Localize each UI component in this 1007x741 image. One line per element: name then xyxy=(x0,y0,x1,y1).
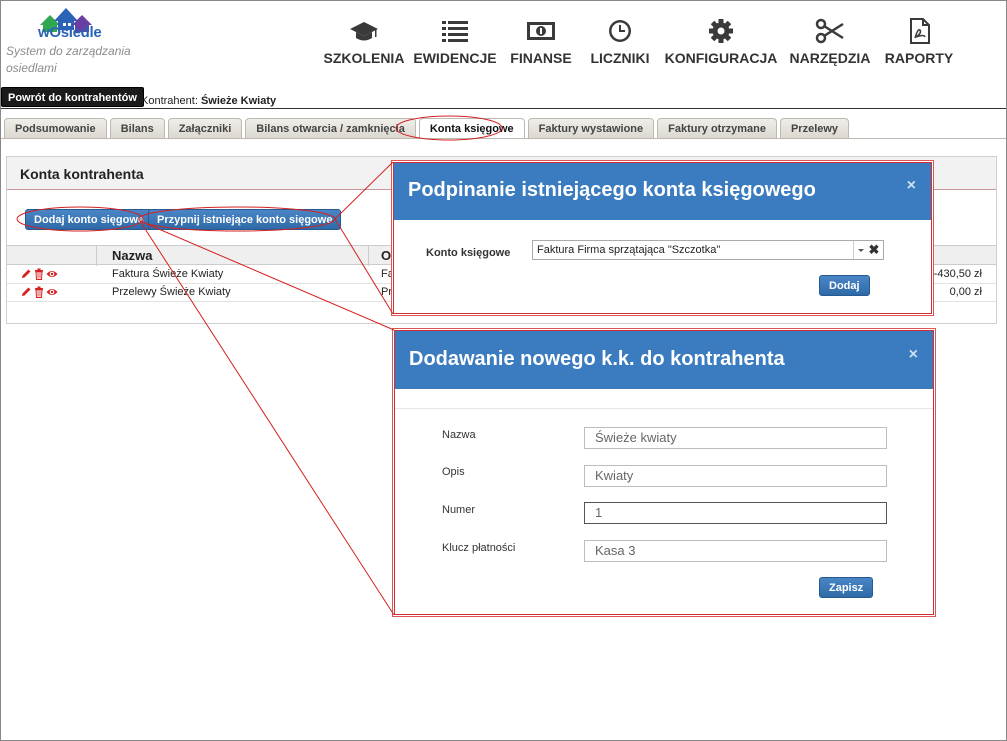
modal-title: Dodawanie nowego k.k. do kontrahenta xyxy=(409,348,785,370)
nav-label: NARZĘDZIA xyxy=(789,50,871,66)
column-header-opis[interactable]: O xyxy=(381,248,391,263)
row-amount: -430,50 zł xyxy=(933,268,982,280)
konto-ksiegowe-label: Konto księgowe xyxy=(426,247,511,259)
close-icon[interactable]: × xyxy=(907,177,916,195)
panel-title: Konta kontrahenta xyxy=(20,166,144,182)
pdf-icon xyxy=(910,18,930,44)
modal-header: Dodawanie nowego k.k. do kontrahenta × xyxy=(395,331,933,389)
trash-icon[interactable] xyxy=(33,286,45,298)
tab-przelewy[interactable]: Przelewy xyxy=(779,118,850,138)
nazwa-label: Nazwa xyxy=(442,429,476,441)
row-opis: Pr xyxy=(381,286,392,298)
eye-icon[interactable] xyxy=(46,286,58,298)
modal-header: Podpinanie istniejącego konta księgowego… xyxy=(394,163,931,220)
tab-bilans[interactable]: Bilans xyxy=(109,118,165,138)
chevron-down-icon[interactable] xyxy=(853,241,867,259)
column-header-nazwa[interactable]: Nazwa xyxy=(112,248,152,263)
nav-item-raporty[interactable]: RAPORTY xyxy=(878,18,960,66)
back-to-contractors-button[interactable]: Powrót do kontrahentów xyxy=(1,87,144,107)
nav-item-liczniki[interactable]: LICZNIKI xyxy=(580,18,660,66)
konto-ksiegowe-select[interactable]: Faktura Firma sprzątająca "Szczotka" ✖ xyxy=(532,240,884,260)
zapisz-button[interactable]: Zapisz xyxy=(819,577,874,598)
tab-faktury-otrzymane[interactable]: Faktury otrzymane xyxy=(657,118,777,138)
tabs-divider xyxy=(0,138,1007,139)
nav-label: EWIDENCJE xyxy=(413,50,497,66)
header-divider xyxy=(0,108,1007,109)
column-separator xyxy=(96,246,97,266)
tab-zalaczniki[interactable]: Załączniki xyxy=(167,118,243,138)
contractor-prefix: Kontrahent: xyxy=(141,95,198,107)
logo-text: wOsiedle xyxy=(38,24,102,41)
trash-icon[interactable] xyxy=(33,268,45,280)
add-account-button[interactable]: Dodaj konto sięgowe xyxy=(25,209,154,230)
select-value: Faktura Firma sprzątająca "Szczotka" xyxy=(537,244,721,256)
nav-item-narzedzia[interactable]: NARZĘDZIA xyxy=(782,18,878,66)
list-icon xyxy=(442,21,468,42)
opis-label: Opis xyxy=(442,466,465,478)
column-separator xyxy=(368,246,369,266)
tab-konta-ksiegowe[interactable]: Konta księgowe xyxy=(418,118,525,138)
dodaj-button[interactable]: Dodaj xyxy=(819,275,870,296)
opis-field[interactable]: Kwiaty xyxy=(584,465,887,487)
attach-account-modal: Podpinanie istniejącego konta księgowego… xyxy=(393,162,932,314)
nav-item-ewidencje[interactable]: EWIDENCJE xyxy=(408,18,502,66)
nav-label: KONFIGURACJA xyxy=(664,50,778,66)
row-actions xyxy=(20,268,59,280)
tab-bilans-otwarcia[interactable]: Bilans otwarcia / zamknięcia xyxy=(245,118,416,138)
nav-item-finanse[interactable]: FINANSE xyxy=(502,18,580,66)
nav-item-szkolenia[interactable]: SZKOLENIA xyxy=(320,18,408,66)
nav-label: RAPORTY xyxy=(884,50,954,66)
banknote-icon xyxy=(527,22,555,40)
main-nav: SZKOLENIA EWIDENCJE FINANSE LICZNIKI KON… xyxy=(320,18,960,66)
graduation-cap-icon xyxy=(350,22,378,41)
modal-divider xyxy=(395,408,933,409)
row-opis: Fa xyxy=(381,268,394,280)
klucz-platnosci-label: Klucz płatności xyxy=(442,542,516,554)
nav-label: FINANSE xyxy=(510,50,572,66)
edit-icon[interactable] xyxy=(20,286,32,298)
edit-icon[interactable] xyxy=(20,268,32,280)
row-name: Faktura Świeże Kwiaty xyxy=(112,268,224,280)
close-icon[interactable]: × xyxy=(909,346,918,364)
row-name: Przelewy Świeże Kwiaty xyxy=(112,286,231,298)
nav-item-konfiguracja[interactable]: KONFIGURACJA xyxy=(660,18,782,66)
numer-field[interactable]: 1 xyxy=(584,502,887,524)
row-amount: 0,00 zł xyxy=(949,286,982,298)
nav-label: SZKOLENIA xyxy=(323,50,405,66)
tab-faktury-wystawione[interactable]: Faktury wystawione xyxy=(527,118,655,138)
contractor-label: Kontrahent: Świeże Kwiaty xyxy=(141,95,276,107)
clock-icon xyxy=(609,20,631,42)
attach-account-button[interactable]: Przypnij istniejące konto sięgowe xyxy=(148,209,342,230)
tab-bar: Podsumowanie Bilans Załączniki Bilans ot… xyxy=(4,118,852,138)
numer-label: Numer xyxy=(442,504,476,516)
scissors-icon xyxy=(815,18,844,44)
gear-icon xyxy=(709,19,733,43)
modal-title: Podpinanie istniejącego konta księgowego xyxy=(408,179,816,201)
nav-label: LICZNIKI xyxy=(590,50,650,66)
app-tagline: System do zarządzania osiedlami xyxy=(6,44,131,75)
row-actions xyxy=(20,286,59,298)
nazwa-field[interactable]: Świeże kwiaty xyxy=(584,427,887,449)
klucz-platnosci-field[interactable]: Kasa 3 xyxy=(584,540,887,562)
contractor-name: Świeże Kwiaty xyxy=(200,95,277,107)
add-account-modal: Dodawanie nowego k.k. do kontrahenta × N… xyxy=(394,330,934,615)
clear-icon[interactable]: ✖ xyxy=(867,242,881,258)
tab-podsumowanie[interactable]: Podsumowanie xyxy=(4,118,107,138)
eye-icon[interactable] xyxy=(46,268,58,280)
